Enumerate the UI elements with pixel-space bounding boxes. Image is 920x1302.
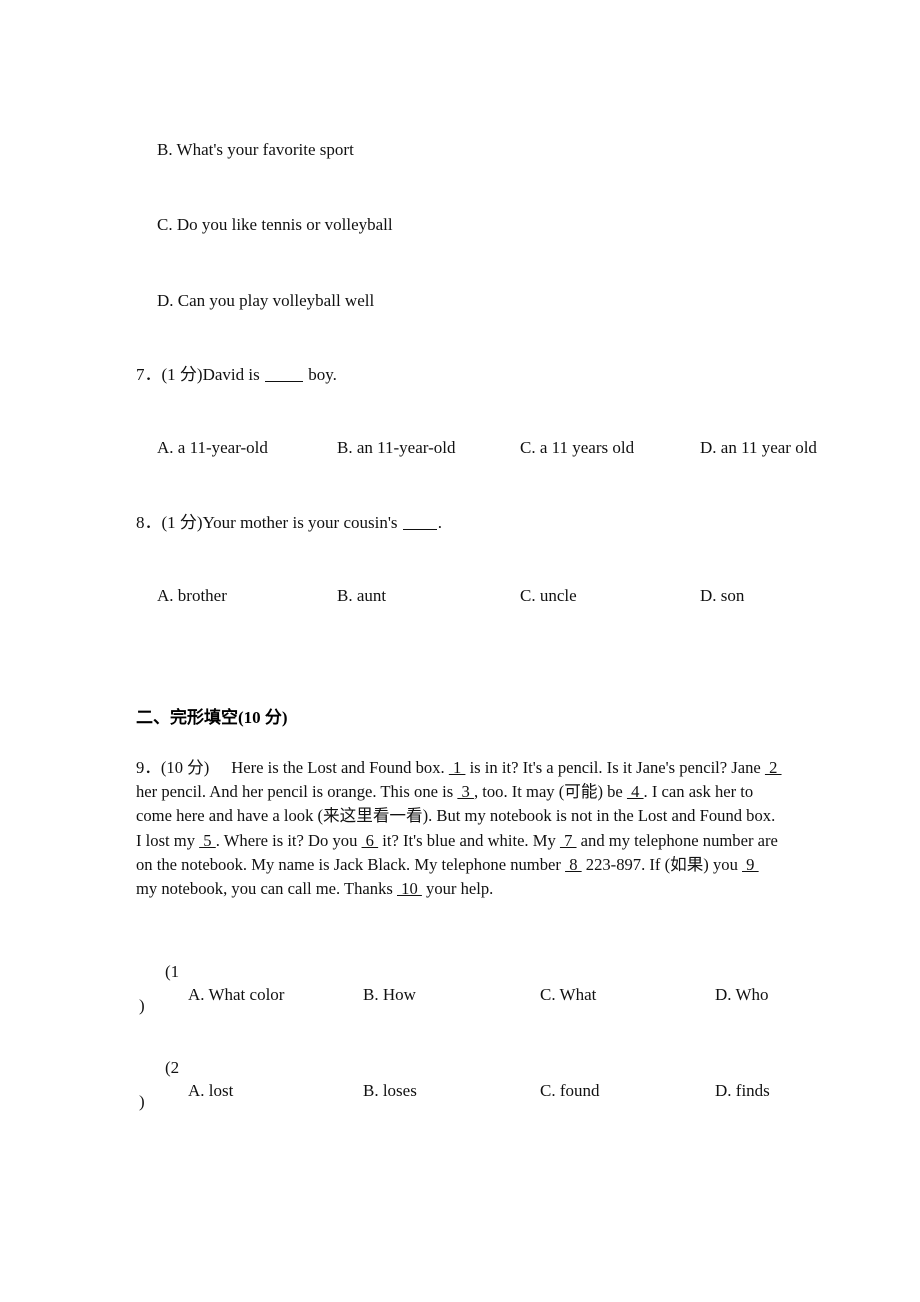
question-8-marks: (1 分) <box>161 513 203 532</box>
question-7-options: A. a 11-year-old B. an 11-year-old C. a … <box>0 435 920 461</box>
cloze-number: 9． <box>136 758 161 777</box>
cloze-text-run-20: your help. <box>421 879 494 899</box>
question-7-option-b[interactable]: B. an 11-year-old <box>337 435 455 461</box>
cloze-gap-3[interactable]: 3 <box>457 782 474 801</box>
cloze-gap-5[interactable]: 5 <box>199 831 216 850</box>
cloze-passage: 9．(10 分) Here is the Lost and Found box. … <box>136 756 782 901</box>
question-8-option-b[interactable]: B. aunt <box>337 583 386 609</box>
carryover-option-b[interactable]: B. What's your favorite sport <box>157 139 354 161</box>
cloze-gap-6[interactable]: 6 <box>362 831 379 850</box>
question-7-text-before: David is <box>202 365 264 384</box>
carryover-option-d[interactable]: D. Can you play volleyball well <box>157 290 374 312</box>
cloze-sub-1-option-c[interactable]: C. What <box>540 982 596 1008</box>
cloze-marks: (10 分) <box>160 758 210 777</box>
question-8-option-c[interactable]: C. uncle <box>520 583 577 609</box>
question-7-answer-blank[interactable] <box>264 381 303 382</box>
carryover-option-c[interactable]: C. Do you like tennis or volleyball <box>157 214 393 236</box>
cloze-gap-2[interactable]: 2 <box>765 758 782 777</box>
cloze-passage-body: Here is the Lost and Found box. 1 is in … <box>136 758 782 898</box>
cloze-sub-2-option-d[interactable]: D. finds <box>715 1078 770 1104</box>
question-7-stem: 7．(1 分)David is boy. <box>136 363 337 387</box>
cloze-sub-2-option-b[interactable]: B. loses <box>363 1078 417 1104</box>
cloze-gap-8[interactable]: 8 <box>565 855 582 874</box>
cloze-sub-1-options: A. What color B. How C. What D. Who <box>0 982 920 1008</box>
question-8-stem: 8．(1 分)Your mother is your cousin's . <box>136 511 442 535</box>
cloze-gap-9[interactable]: 9 <box>742 855 759 874</box>
question-8-option-a[interactable]: A. brother <box>157 583 227 609</box>
cloze-sub-1-marker-open: (1 <box>165 962 180 981</box>
cloze-sub-1-option-b[interactable]: B. How <box>363 982 416 1008</box>
question-8-number: 8． <box>136 513 162 532</box>
question-7-marks: (1 分) <box>161 365 203 384</box>
cloze-gap-1[interactable]: 1 <box>449 758 466 777</box>
cloze-gap-7[interactable]: 7 <box>560 831 577 850</box>
cloze-gap-4[interactable]: 4 <box>627 782 644 801</box>
cloze-text-run-2: is in it? It's a pencil. Is it Jane's pe… <box>465 758 765 777</box>
cloze-sub-2-options: A. lost B. loses C. found D. finds <box>0 1078 920 1104</box>
question-7-text-after: boy. <box>303 365 337 384</box>
question-7-option-c[interactable]: C. a 11 years old <box>520 435 634 461</box>
question-8-text-before: Your mother is your cousin's <box>202 513 402 532</box>
cloze-sub-1-option-a[interactable]: A. What color <box>188 982 284 1008</box>
question-7-option-a[interactable]: A. a 11-year-old <box>157 435 268 461</box>
cloze-text-run-16: 223-897. If (如果) you <box>581 854 743 874</box>
question-7-option-d[interactable]: D. an 11 year old <box>700 435 817 461</box>
cloze-text-run-10: . Where is it? Do you <box>215 830 362 850</box>
worksheet-page: B. What's your favorite sport C. Do you … <box>0 0 920 1302</box>
cloze-gap-10[interactable]: 10 <box>397 879 422 898</box>
cloze-text-run-6: , too. It may (可能) be <box>473 782 627 802</box>
cloze-text-run-12: it? It's blue and white. My <box>378 830 560 850</box>
question-8-answer-blank[interactable] <box>402 529 437 530</box>
question-8-option-d[interactable]: D. son <box>700 583 744 609</box>
question-8-text-after: . <box>437 513 443 532</box>
question-8-options: A. brother B. aunt C. uncle D. son <box>0 583 920 609</box>
cloze-text-run-0: Here is the Lost and Found box. <box>231 758 449 777</box>
section-two-heading: 二、完形填空(10 分) <box>136 708 288 727</box>
cloze-text-run-4: her pencil. And her pencil is orange. Th… <box>136 782 458 802</box>
cloze-sub-1-option-d[interactable]: D. Who <box>715 982 769 1008</box>
cloze-sub-2-option-c[interactable]: C. found <box>540 1078 600 1104</box>
question-7-number: 7． <box>136 365 162 384</box>
cloze-text-run-18: my notebook, you can call me. Thanks <box>136 879 397 899</box>
cloze-sub-2-marker-open: (2 <box>165 1058 180 1077</box>
cloze-sub-2-option-a[interactable]: A. lost <box>188 1078 233 1104</box>
